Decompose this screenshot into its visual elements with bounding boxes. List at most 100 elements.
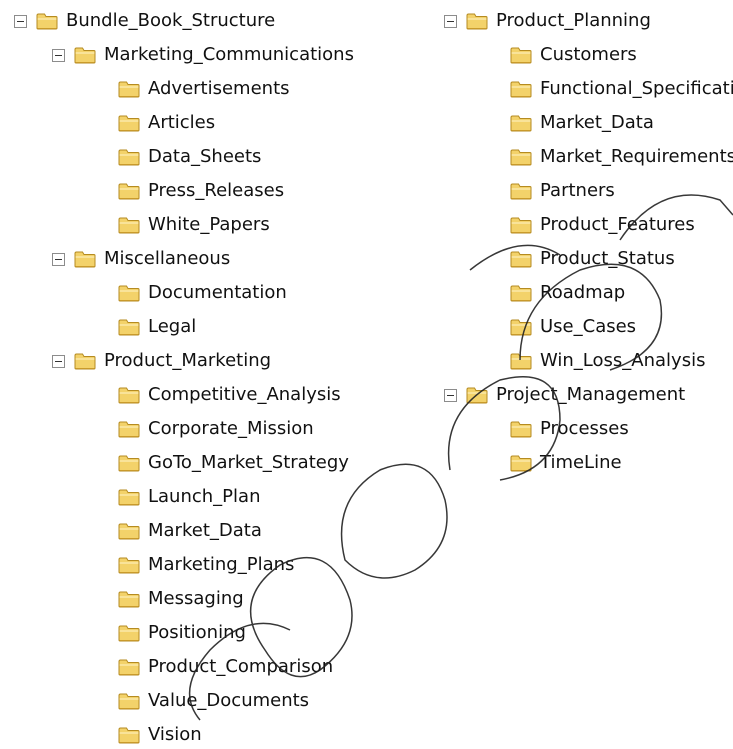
tree-node-processes[interactable]: Processes [430, 412, 733, 446]
tree-node-label: Product_Marketing [104, 350, 272, 371]
folder-icon [510, 454, 532, 472]
tree-node-messaging[interactable]: Messaging [0, 582, 420, 616]
tree-node-advertisements[interactable]: Advertisements [0, 72, 420, 106]
collapse-toggle-icon[interactable] [52, 48, 65, 62]
collapse-toggle-icon[interactable] [52, 252, 65, 266]
tree-node-label: Functional_Specifications [540, 78, 733, 99]
tree-node-label: Partners [540, 180, 615, 201]
tree-node-product-features[interactable]: Product_Features [430, 208, 733, 242]
tree-node-label: Corporate_Mission [148, 418, 314, 439]
tree-node-label: Articles [148, 112, 216, 133]
tree-node-product-planning[interactable]: Product_Planning [430, 4, 733, 38]
folder-icon [118, 556, 140, 574]
tree-node-label: Marketing_Communications [104, 44, 354, 65]
tree-node-white-papers[interactable]: White_Papers [0, 208, 420, 242]
tree-node-use-cases[interactable]: Use_Cases [430, 310, 733, 344]
collapse-toggle-icon[interactable] [52, 354, 65, 368]
folder-icon [36, 12, 58, 30]
folder-icon [118, 726, 140, 744]
tree-node-marketing-plans[interactable]: Marketing_Plans [0, 548, 420, 582]
tree-node-launch-plan[interactable]: Launch_Plan [0, 480, 420, 514]
collapse-toggle-icon[interactable] [14, 14, 27, 28]
tree-node-win-loss-analysis[interactable]: Win_Loss_Analysis [430, 344, 733, 378]
tree-node-label: Bundle_Book_Structure [66, 10, 276, 31]
folder-icon [118, 216, 140, 234]
folder-icon [510, 250, 532, 268]
folder-icon [118, 284, 140, 302]
tree-node-market-data[interactable]: Market_Data [0, 514, 420, 548]
tree-node-vision[interactable]: Vision [0, 718, 420, 749]
tree-node-label: Product_Planning [496, 10, 651, 31]
tree-node-label: Miscellaneous [104, 248, 231, 269]
tree-node-label: Market_Data [148, 520, 262, 541]
tree-node-articles[interactable]: Articles [0, 106, 420, 140]
tree-node-timeline[interactable]: TimeLine [430, 446, 733, 480]
folder-icon [118, 624, 140, 642]
tree-node-label: Positioning [148, 622, 246, 643]
folder-icon [118, 80, 140, 98]
tree-node-label: GoTo_Market_Strategy [148, 452, 349, 473]
tree-node-label: Processes [540, 418, 629, 439]
folder-icon [118, 114, 140, 132]
folder-icon [118, 488, 140, 506]
tree-node-label: Product_Status [540, 248, 675, 269]
folder-tree-right: Product_Planning Customers Functional_Sp… [430, 4, 733, 749]
tree-node-partners[interactable]: Partners [430, 174, 733, 208]
folder-icon [118, 182, 140, 200]
tree-node-roadmap[interactable]: Roadmap [430, 276, 733, 310]
folder-icon [510, 352, 532, 370]
folder-tree-left: Bundle_Book_Structure Marketing_Communic… [0, 4, 420, 749]
tree-node-bundle-book-structure[interactable]: Bundle_Book_Structure [0, 4, 420, 38]
tree-node-label: Product_Features [540, 214, 695, 235]
tree-node-product-marketing[interactable]: Product_Marketing [0, 344, 420, 378]
tree-node-label: Messaging [148, 588, 244, 609]
folder-icon [118, 658, 140, 676]
tree-node-label: Use_Cases [540, 316, 637, 337]
tree-node-label: Market_Requirements [540, 146, 733, 167]
tree-node-legal[interactable]: Legal [0, 310, 420, 344]
tree-node-positioning[interactable]: Positioning [0, 616, 420, 650]
folder-icon [118, 454, 140, 472]
tree-node-label: Press_Releases [148, 180, 285, 201]
folder-icon [510, 216, 532, 234]
tree-node-label: Value_Documents [148, 690, 310, 711]
collapse-toggle-icon[interactable] [444, 14, 457, 28]
tree-node-functional-specifications[interactable]: Functional_Specifications [430, 72, 733, 106]
tree-node-market-requirements[interactable]: Market_Requirements [430, 140, 733, 174]
tree-node-label: Advertisements [148, 78, 290, 99]
tree-node-marketing-communications[interactable]: Marketing_Communications [0, 38, 420, 72]
tree-node-project-management[interactable]: Project_Management [430, 378, 733, 412]
tree-node-press-releases[interactable]: Press_Releases [0, 174, 420, 208]
folder-icon [118, 318, 140, 336]
tree-node-corporate-mission[interactable]: Corporate_Mission [0, 412, 420, 446]
collapse-toggle-icon[interactable] [444, 388, 457, 402]
tree-node-label: TimeLine [540, 452, 622, 473]
tree-node-competitive-analysis[interactable]: Competitive_Analysis [0, 378, 420, 412]
tree-node-label: Product_Comparison [148, 656, 334, 677]
folder-icon [510, 46, 532, 64]
folder-icon [118, 692, 140, 710]
folder-icon [118, 386, 140, 404]
folder-icon [510, 114, 532, 132]
tree-node-label: Documentation [148, 282, 287, 303]
folder-icon [510, 420, 532, 438]
tree-node-label: Market_Data [540, 112, 654, 133]
folder-icon [74, 250, 96, 268]
folder-icon [118, 590, 140, 608]
folder-icon [74, 352, 96, 370]
tree-node-product-status[interactable]: Product_Status [430, 242, 733, 276]
tree-node-data-sheets[interactable]: Data_Sheets [0, 140, 420, 174]
folder-icon [510, 148, 532, 166]
folder-icon [118, 148, 140, 166]
tree-node-product-comparison[interactable]: Product_Comparison [0, 650, 420, 684]
tree-node-customers[interactable]: Customers [430, 38, 733, 72]
tree-node-label: Vision [148, 724, 202, 745]
tree-node-market-data[interactable]: Market_Data [430, 106, 733, 140]
tree-node-label: Legal [148, 316, 197, 337]
folder-icon [466, 12, 488, 30]
tree-node-miscellaneous[interactable]: Miscellaneous [0, 242, 420, 276]
tree-node-value-documents[interactable]: Value_Documents [0, 684, 420, 718]
tree-node-documentation[interactable]: Documentation [0, 276, 420, 310]
tree-node-goto-market-strategy[interactable]: GoTo_Market_Strategy [0, 446, 420, 480]
tree-node-label: Customers [540, 44, 637, 65]
